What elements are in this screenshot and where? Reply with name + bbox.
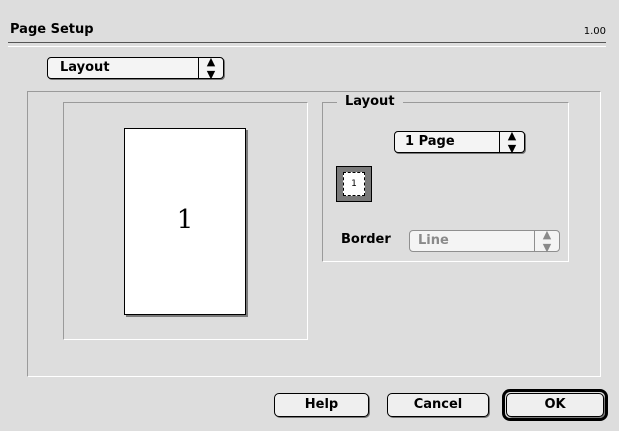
page-preview: 1 <box>124 128 246 315</box>
up-down-arrows-icon: ▲ ▼ <box>499 129 524 155</box>
page-setup-dialog: Page Setup 1.00 Layout ▲ ▼ 1 Layout 1 Pag… <box>0 0 619 431</box>
ok-button[interactable]: OK <box>506 393 604 417</box>
cancel-button[interactable]: Cancel <box>387 393 489 417</box>
panel-select-value: Layout <box>60 60 110 75</box>
help-button[interactable]: Help <box>274 393 369 417</box>
title-separator <box>8 42 606 47</box>
border-label: Border <box>341 232 391 247</box>
preview-page-number: 1 <box>176 205 194 235</box>
pages-per-sheet-popup[interactable]: 1 Page ▲ ▼ <box>394 129 525 155</box>
thumbnail-page-number: 1 <box>343 172 365 196</box>
up-down-arrows-icon: ▲ ▼ <box>534 228 559 254</box>
version-label: 1.00 <box>583 26 606 37</box>
page-layout-thumbnail-icon: 1 <box>336 166 372 202</box>
panel-select-popup[interactable]: Layout ▲ ▼ <box>47 55 224 81</box>
up-down-arrows-icon: ▲ ▼ <box>198 55 223 81</box>
border-popup[interactable]: Line ▲ ▼ <box>409 228 560 254</box>
border-value: Line <box>418 233 449 248</box>
dialog-title: Page Setup <box>10 22 94 37</box>
title-bar: Page Setup 1.00 <box>8 22 606 48</box>
layout-group-title: Layout <box>337 94 403 109</box>
pages-per-sheet-value: 1 Page <box>405 134 455 149</box>
